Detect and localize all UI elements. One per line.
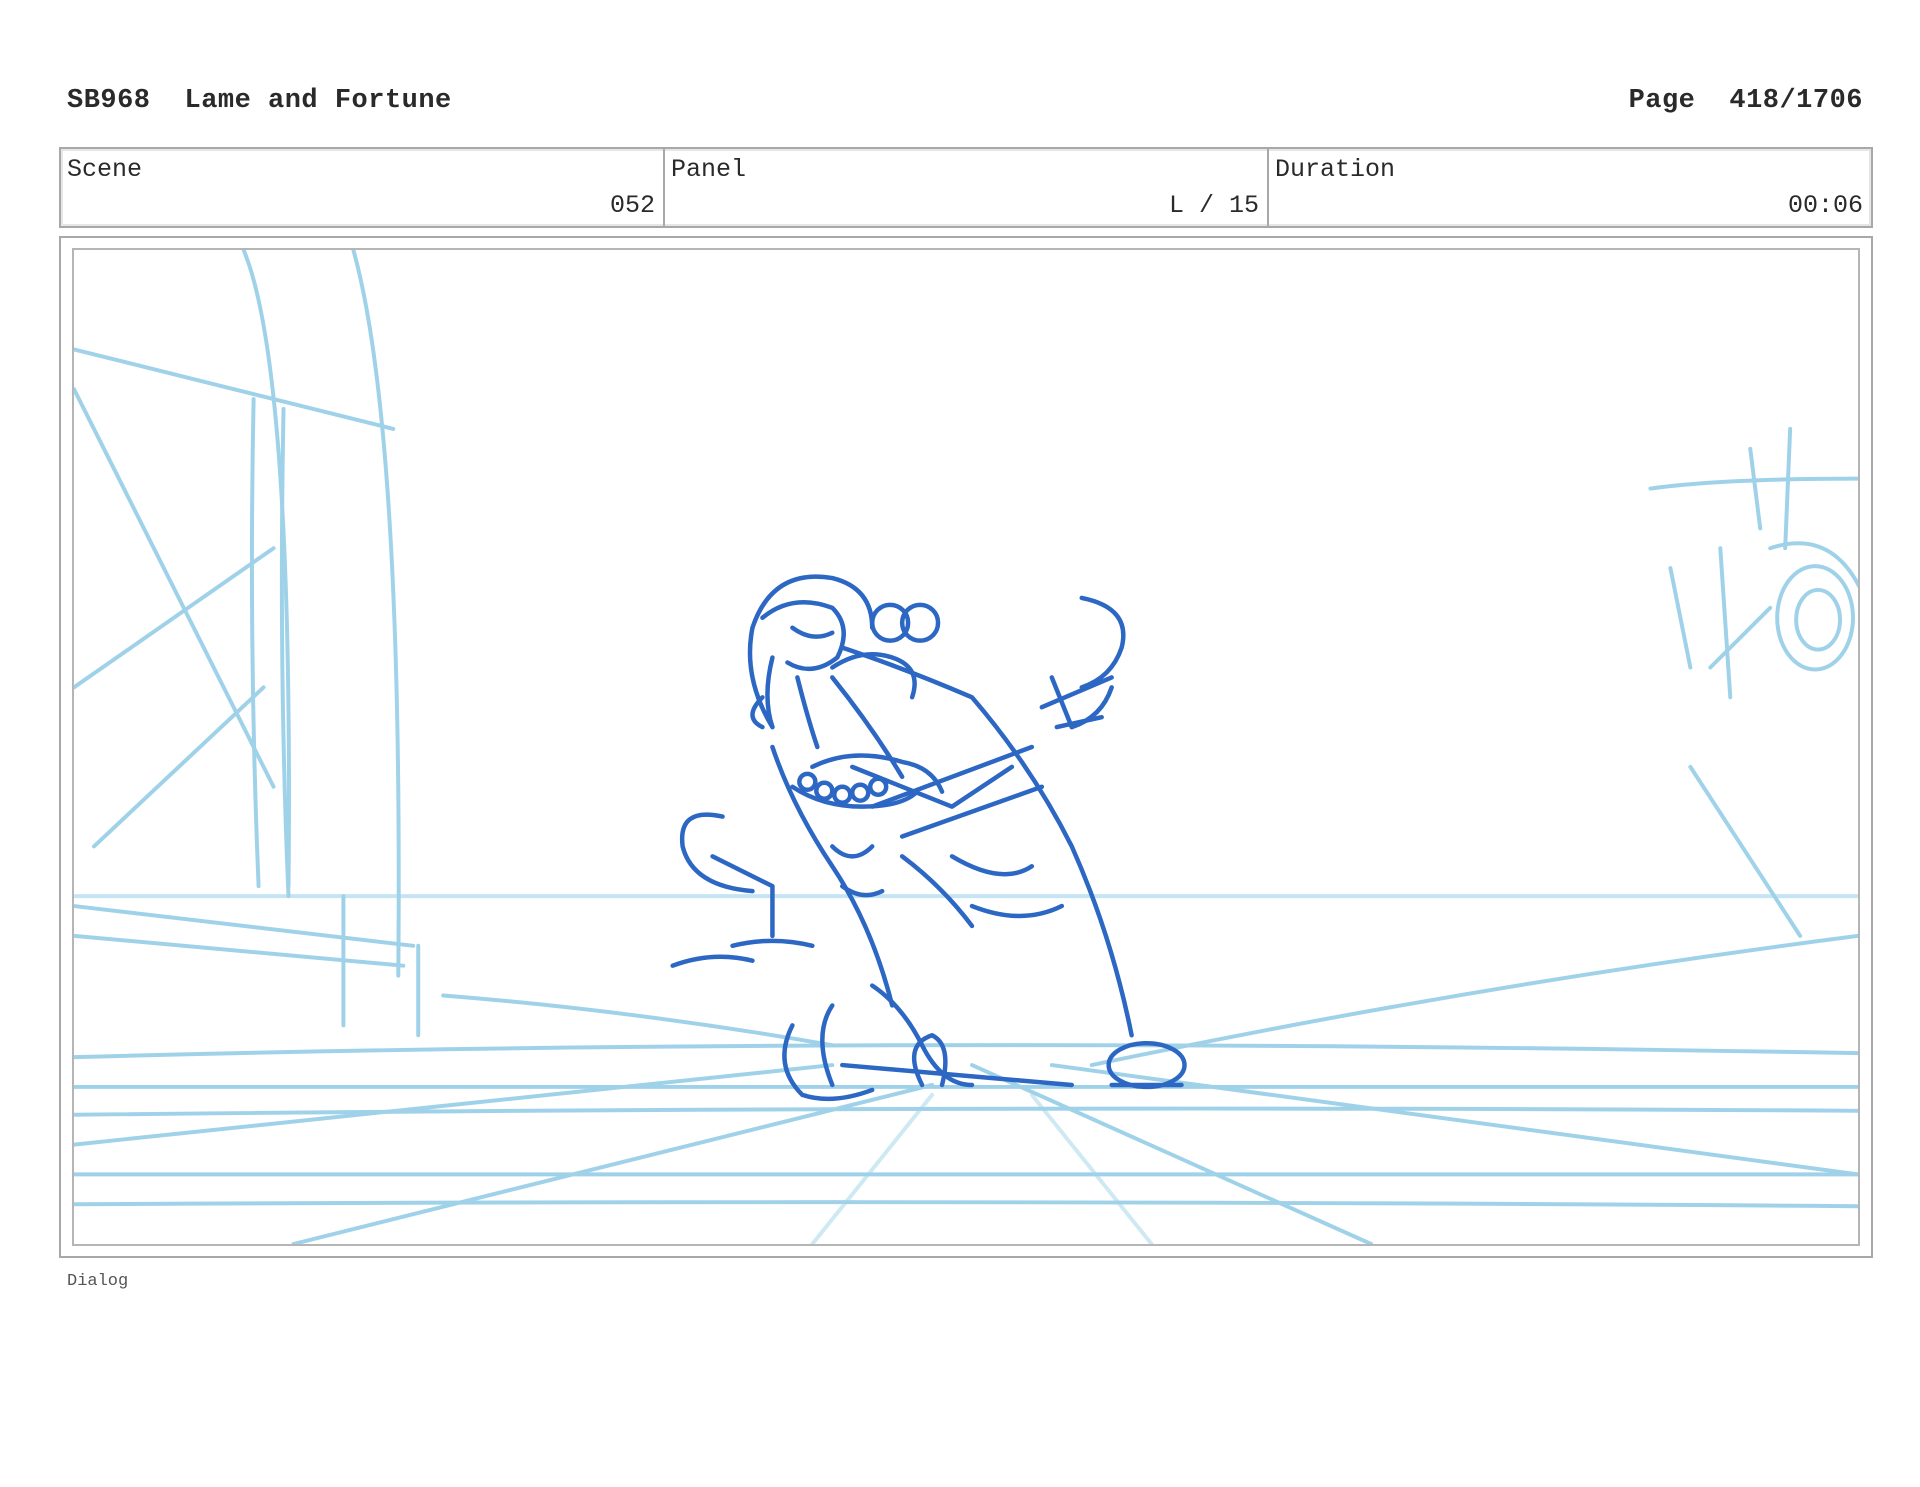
- scene-value: 052: [609, 191, 655, 220]
- character-sketch: [670, 574, 1187, 1102]
- page-label: Page: [1628, 86, 1696, 116]
- scene-cell: Scene 052: [61, 149, 665, 226]
- duration-cell: Duration 00:06: [1269, 149, 1871, 226]
- panel-value: L / 15: [1168, 191, 1259, 220]
- background-layout-sketch: [74, 250, 1858, 1244]
- page-indicator: Page 418/1706: [1629, 86, 1863, 116]
- storyboard-panel-frame: [59, 236, 1873, 1258]
- page-number: 418/1706: [1729, 86, 1863, 116]
- panel-cell: Panel L / 15: [665, 149, 1269, 226]
- duration-label: Duration: [1275, 155, 1396, 184]
- panel-label: Panel: [671, 155, 747, 184]
- episode-title: Lame and Fortune: [184, 86, 452, 116]
- storyboard-panel: [72, 248, 1860, 1246]
- duration-value: 00:06: [1787, 191, 1863, 220]
- scene-label: Scene: [67, 155, 143, 184]
- panel-info-strip: Scene 052 Panel L / 15 Duration 00:06: [59, 147, 1873, 228]
- storyboard-title: SB968 Lame and Fortune: [67, 86, 452, 116]
- panel-sketch: [74, 250, 1858, 1244]
- storyboard-code: SB968: [67, 86, 151, 116]
- dialog-label: Dialog: [67, 1272, 129, 1291]
